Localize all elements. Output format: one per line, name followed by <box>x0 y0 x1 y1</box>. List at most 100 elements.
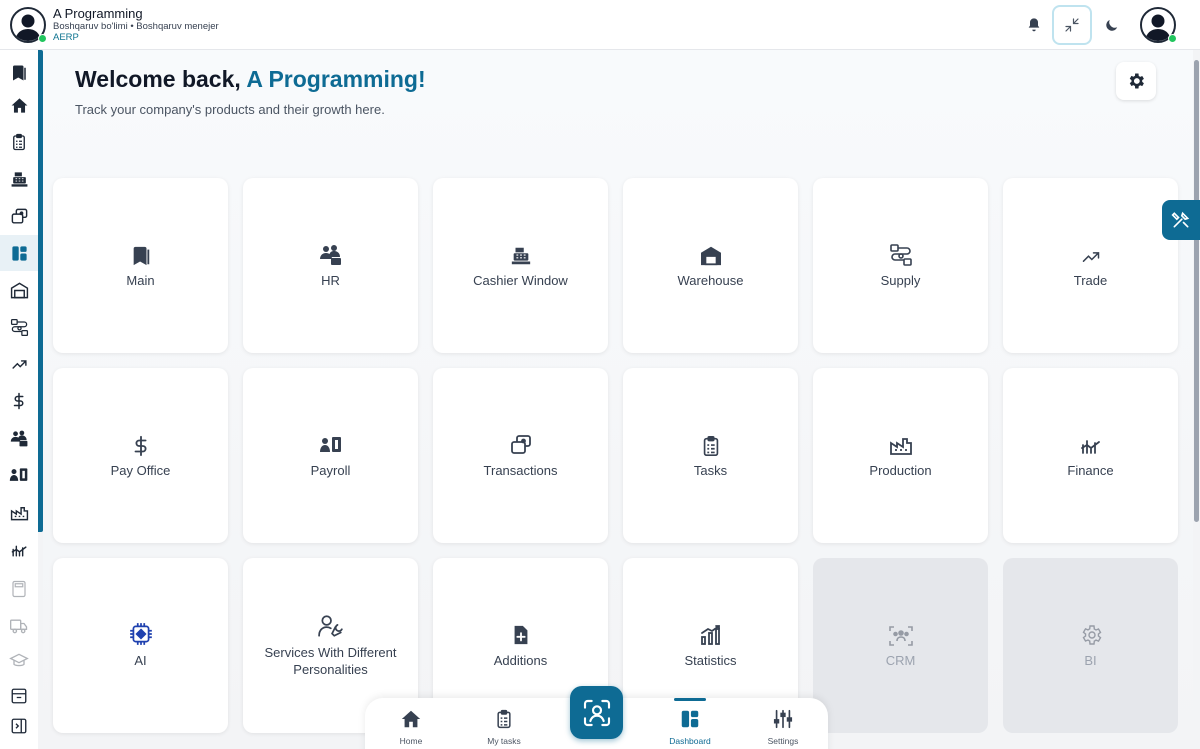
file-plus-icon <box>514 626 527 645</box>
module-card-main[interactable]: Main <box>53 178 228 353</box>
module-label: Trade <box>1073 273 1108 289</box>
online-status-dot <box>1168 34 1177 43</box>
module-card-supply[interactable]: Supply <box>813 178 988 353</box>
module-card-ai[interactable]: AI <box>53 558 228 733</box>
bottom-nav-my-tasks[interactable]: My tasks <box>469 706 539 746</box>
sidebar-item-cashier[interactable] <box>0 161 38 197</box>
welcome-user-name: A Programming! <box>246 66 426 92</box>
module-label: Supply <box>880 273 921 289</box>
bottom-nav-dashboard[interactable]: Dashboard <box>655 706 725 746</box>
scrollbar-thumb[interactable] <box>1194 60 1199 522</box>
sidebar-item-calculator[interactable] <box>0 571 38 607</box>
module-label: AI <box>134 653 147 669</box>
module-label: Additions <box>493 653 548 669</box>
module-label: Statistics <box>684 653 737 669</box>
module-label: Pay Office <box>110 463 171 479</box>
home-icon <box>401 710 421 728</box>
sidebar-item-tasks[interactable] <box>0 124 38 160</box>
bottom-nav-settings[interactable]: Settings <box>748 706 818 746</box>
warehouse-icon <box>700 247 721 266</box>
person-wrench-icon <box>317 615 343 638</box>
crm-icon <box>888 626 913 647</box>
module-label: Transactions <box>483 463 558 479</box>
welcome-subtitle: Track your company's products and their … <box>75 102 385 117</box>
user-org: AERP <box>53 31 79 43</box>
bottom-nav-label: My tasks <box>487 736 521 746</box>
module-card-payroll[interactable]: Payroll <box>243 368 418 543</box>
notifications-bell-icon[interactable] <box>1019 10 1049 40</box>
sidebar-item-finance[interactable] <box>0 531 38 567</box>
module-card-pay-office[interactable]: Pay Office <box>53 368 228 543</box>
sidebar-item-warehouse[interactable] <box>0 272 38 308</box>
user-role: Boshqaruv bo'limi • Boshqaruv menejer <box>53 21 219 32</box>
dark-mode-moon-icon[interactable] <box>1096 10 1126 40</box>
bookmark-icon <box>133 247 149 266</box>
sidebar-item-trade[interactable] <box>0 346 38 382</box>
sidebar-item-dashboard[interactable] <box>0 235 38 271</box>
people-icon <box>10 430 27 446</box>
active-tab-indicator <box>674 698 706 701</box>
sliders-icon <box>773 709 793 729</box>
module-card-crm[interactable]: CRM <box>813 558 988 733</box>
user-info: A Programming Boshqaruv bo'limi • Boshqa… <box>53 7 219 42</box>
supply-chain-icon <box>889 244 912 267</box>
module-card-transactions[interactable]: Transactions <box>433 368 608 543</box>
sidebar-item-delivery[interactable] <box>0 608 38 644</box>
module-card-hr[interactable]: HR <box>243 178 418 353</box>
module-card-cashier-window[interactable]: Cashier Window <box>433 178 608 353</box>
dashboard-icon <box>681 710 699 728</box>
module-card-bi[interactable]: BI <box>1003 558 1178 733</box>
tools-icon <box>1171 211 1190 228</box>
cash-register-icon <box>11 171 27 187</box>
module-label: HR <box>321 273 340 289</box>
sidebar-item-pay-office[interactable] <box>0 383 38 419</box>
sidebar-item-education[interactable] <box>0 643 38 679</box>
user-name: A Programming <box>53 6 143 21</box>
sidebar-expand-button[interactable] <box>0 708 38 744</box>
face-scan-button[interactable] <box>570 686 623 739</box>
module-card-tasks[interactable]: Tasks <box>623 368 798 543</box>
bottom-nav-label: Home <box>399 736 423 746</box>
sidebar-item-payroll[interactable] <box>0 457 38 493</box>
clipboard-icon <box>497 709 511 729</box>
dashboard-settings-button[interactable] <box>1116 62 1156 100</box>
trend-up-icon <box>1082 252 1099 263</box>
sidebar-item-supply[interactable] <box>0 309 38 345</box>
transactions-icon <box>11 208 27 224</box>
chip-icon <box>129 623 152 646</box>
online-status-dot <box>38 34 47 43</box>
profile-avatar[interactable] <box>1140 7 1177 43</box>
archive-icon <box>11 688 27 704</box>
module-card-warehouse[interactable]: Warehouse <box>623 178 798 353</box>
finance-chart-icon <box>11 545 27 557</box>
user-avatar[interactable] <box>10 7 47 43</box>
factory-icon <box>10 506 28 520</box>
bottom-nav-label: Dashboard <box>669 736 711 746</box>
gear-outline-icon <box>1082 625 1101 646</box>
face-scan-icon <box>583 699 610 726</box>
sidebar-item-production[interactable] <box>0 494 38 530</box>
dashboard-icon <box>11 245 27 261</box>
module-label: BI <box>1084 653 1097 669</box>
module-label: Finance <box>1067 463 1114 479</box>
module-label: Services With Different Personalities <box>264 645 397 677</box>
welcome-heading: Welcome back, A Programming! <box>75 66 426 92</box>
collapse-button[interactable] <box>1052 5 1092 45</box>
trend-up-icon <box>11 359 27 369</box>
sidebar-item-hr[interactable] <box>0 420 38 456</box>
sidebar <box>0 50 38 749</box>
supply-chain-icon <box>10 318 28 336</box>
module-card-production[interactable]: Production <box>813 368 988 543</box>
bottom-nav-home[interactable]: Home <box>376 706 446 746</box>
sidebar-item-main[interactable] <box>0 55 38 91</box>
finance-chart-icon <box>1080 440 1100 455</box>
module-card-trade[interactable]: Trade <box>1003 178 1178 353</box>
module-label: Production <box>869 463 932 479</box>
sidebar-item-home[interactable] <box>0 87 38 123</box>
sidebar-item-transactions[interactable] <box>0 198 38 234</box>
tools-panel-tab[interactable] <box>1162 200 1200 240</box>
module-label: Cashier Window <box>473 273 568 289</box>
warehouse-icon <box>10 282 28 298</box>
module-card-finance[interactable]: Finance <box>1003 368 1178 543</box>
people-icon <box>319 245 341 266</box>
